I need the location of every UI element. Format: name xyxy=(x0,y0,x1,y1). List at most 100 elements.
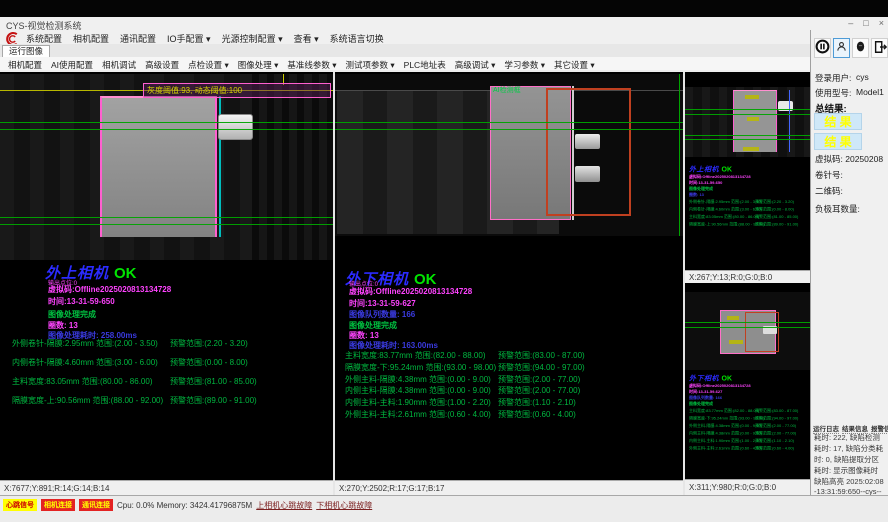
user-icon xyxy=(835,40,848,56)
threshold-text: 灰度阈值:93, 动态阈值:100 xyxy=(147,86,242,95)
comm-link-badge: 通讯连接 xyxy=(79,499,113,511)
exit-button[interactable] xyxy=(871,38,888,58)
warn-range: 预警范围:(2.00 - 77.00) xyxy=(498,374,580,385)
measure-value: 主料宽度:83.77mm 范围:(82.00 - 88.00) xyxy=(345,351,486,360)
measure-row: 内侧主料-隔膜:4.38mm 范围:(0.00 - 9.00)预警范围:(2.0… xyxy=(689,430,810,438)
threshold-overlay: 灰度阈值:93, 动态阈值:100 xyxy=(143,83,331,98)
window-controls: – □ × xyxy=(848,18,884,28)
warn-range: 预警范围:(2.00 - 77.00) xyxy=(755,424,796,429)
measure-row: 外侧卷针-隔膜:2.95mm 范围:(2.00 - 3.50)预警范围:(2.2… xyxy=(689,198,810,206)
green-measure-line xyxy=(685,139,810,140)
gripper-clip xyxy=(218,114,253,140)
measure-row: 内侧主料-隔膜:4.38mm 范围:(0.00 - 9.00) 预警范围:(2.… xyxy=(345,385,683,396)
result-box-upper: 结 果 xyxy=(814,113,862,130)
minimize-button[interactable]: – xyxy=(848,18,853,28)
green-edge-line xyxy=(679,74,680,236)
image-dark-band xyxy=(252,74,333,260)
virtual-code-text: 虚拟码:Offline2025020813134728 xyxy=(349,286,472,297)
pause-button[interactable] xyxy=(814,38,831,58)
green-measure-line xyxy=(685,114,810,115)
process-done-text: 图像处理完成 xyxy=(48,309,96,320)
result-ok-badge: OK xyxy=(114,265,137,282)
mini-image-lower[interactable] xyxy=(685,292,810,370)
time-text: 时间:13-31-59-650 xyxy=(48,296,115,307)
negative-tab-count-label: 负极耳数量: xyxy=(815,204,860,214)
measure-value: 外侧主料-主料:2.61mm 范围:(0.60 - 4.00) xyxy=(689,445,755,453)
measure-value: 外侧主料-主料:2.61mm 范围:(0.60 - 4.00) xyxy=(345,410,491,419)
result-box-lower: 结 果 xyxy=(814,133,862,150)
result-ok-badge: OK xyxy=(722,374,733,382)
measure-value: 内侧主料-主料:1.90mm 范围:(1.00 - 2.20) xyxy=(345,398,491,407)
metal-clip xyxy=(575,134,600,149)
green-measure-line xyxy=(335,129,683,130)
warn-range: 预警范围:(81.00 - 85.00) xyxy=(755,215,798,220)
electrode-region xyxy=(100,96,217,237)
warn-range: 预警范围:(1.10 - 2.10) xyxy=(498,397,576,408)
tab-run-image[interactable]: 运行图像 xyxy=(2,45,50,57)
measure-row: 外侧主料-隔膜:4.38mm 范围:(0.00 - 9.00) 预警范围:(2.… xyxy=(345,374,683,385)
green-measure-line xyxy=(0,129,333,130)
warn-range: 预警范围:(0.00 - 8.00) xyxy=(755,207,794,212)
metal-clip xyxy=(575,166,600,182)
yellow-annotation xyxy=(729,340,743,344)
upper-camera-alarm: 上相机心跳故障 xyxy=(256,500,312,511)
warn-range: 预警范围:(94.00 - 97.00) xyxy=(755,416,798,421)
measure-row: 主料宽度:83.77mm 范围:(82.00 - 88.00) 预警范围:(83… xyxy=(345,350,683,361)
pause-icon xyxy=(815,39,830,57)
measure-row: 隔膜宽度-上:90.56mm 范围:(88.00 - 92.00) 预警范围:(… xyxy=(12,395,332,406)
measure-row: 隔膜宽度-下:95.24mm 范围:(93.00 - 98.00) 预警范围:(… xyxy=(345,362,683,373)
measure-row: 隔膜宽度-下:95.24mm 范围:(93.00 - 98.00)预警范围:(9… xyxy=(689,415,810,423)
pixel-coords-bar: X:7677;Y:891;R:14;G:14;B:14 xyxy=(0,480,333,495)
right-panel: 登录用户: cys 使用型号: Model1 总结果: 结 果 结 果 虚拟码:… xyxy=(810,30,888,495)
measure-row: 外侧主料-隔膜:4.38mm 范围:(0.00 - 9.00)预警范围:(2.0… xyxy=(689,422,810,430)
camera-image-upper[interactable]: 灰度阈值:93, 动态阈值:100 xyxy=(0,74,333,260)
warn-range: 预警范围:(2.00 - 77.00) xyxy=(755,431,796,436)
mini-result-text: 外下相机OK 虚拟码:Offline2025020813134728 时间:13… xyxy=(689,373,810,477)
qrcode-label: 二维码: xyxy=(815,186,843,196)
camera-view-upper: 灰度阈值:93, 动态阈值:100 外上相机OK 输出点位:0 虚拟码:Offl… xyxy=(0,72,333,497)
measure-value: 内侧主料-隔膜:4.38mm 范围:(0.00 - 9.00) xyxy=(689,430,755,438)
ai-detect-box xyxy=(546,88,631,216)
camera-image-lower[interactable]: AI检测框 xyxy=(335,74,683,236)
measure-value: 外侧卷针-隔膜:2.95mm 范围:(2.00 - 3.50) xyxy=(689,198,755,206)
measure-value: 主料宽度:83.77mm 范围:(82.00 - 88.00) xyxy=(689,407,755,415)
user-button[interactable] xyxy=(833,38,850,58)
close-button[interactable]: × xyxy=(879,18,884,28)
electrode-region xyxy=(733,90,777,152)
yellow-annotation xyxy=(727,316,739,320)
maximize-button[interactable]: □ xyxy=(863,18,868,28)
measure-value: 内侧主料-隔膜:4.38mm 范围:(0.00 - 9.00) xyxy=(345,386,491,395)
negative-tab-count-field: 负极耳数量: xyxy=(815,203,860,215)
panel-buttons xyxy=(814,38,888,58)
status-bar-content: 心跳信号 相机连接 通讯连接 Cpu: 0.0% Memory: 3424.41… xyxy=(3,499,372,511)
measure-row: 外侧主料-主料:2.61mm 范围:(0.60 - 4.00)预警范围:(0.6… xyxy=(689,445,810,453)
ai-box-label: AI检测框 xyxy=(493,85,521,95)
green-measure-line xyxy=(0,217,333,218)
exit-door-icon xyxy=(873,40,887,57)
mini-image-upper[interactable] xyxy=(685,87,810,157)
yellow-annotation xyxy=(747,117,759,121)
measure-value: 隔膜宽度-下:95.24mm 范围:(93.00 - 98.00) xyxy=(689,415,755,423)
model-label: 使用型号: xyxy=(815,87,851,99)
warn-range: 预警范围:(2.00 - 77.00) xyxy=(498,385,580,396)
warn-range: 预警范围:(94.00 - 97.00) xyxy=(498,362,585,373)
measure-value: 内侧主料-主料:1.90mm 范围:(1.00 - 2.20) xyxy=(689,437,755,445)
measure-row: 外侧主料-主料:2.61mm 范围:(0.60 - 4.00) 预警范围:(0.… xyxy=(345,409,683,420)
camera-link-badge: 相机连接 xyxy=(41,499,75,511)
green-measure-line xyxy=(685,322,810,323)
device-button[interactable] xyxy=(852,38,869,58)
warn-range: 预警范围:(81.00 - 85.00) xyxy=(170,376,257,387)
measure-value: 主料宽度:83.05mm 范围:(80.00 - 86.00) xyxy=(689,213,755,221)
warn-range: 预警范围:(83.00 - 87.00) xyxy=(755,409,798,414)
login-user-value: cys xyxy=(856,72,869,82)
measure-row: 内侧卷针-隔膜:4.60mm 范围:(3.00 - 6.00)预警范围:(0.0… xyxy=(689,206,810,214)
mini-view-upper: 外上相机OK 虚拟码:Offline2025020813134728 时间:13… xyxy=(685,72,810,283)
measure-row: 主料宽度:83.05mm 范围:(80.00 - 86.00)预警范围:(81.… xyxy=(689,213,810,221)
screen-top-strip xyxy=(0,0,888,17)
measure-row: 主料宽度:83.77mm 范围:(82.00 - 88.00)预警范围:(83.… xyxy=(689,407,810,415)
qrcode-field: 二维码: xyxy=(815,185,843,197)
virtual-code-value: 20250208 xyxy=(845,154,883,164)
app-window: CYS-视觉检测系统 – □ × 系统配置 相机配置 通讯配置 IO手配置 ▾ … xyxy=(0,0,888,522)
tab-strip: 运行图像 xyxy=(0,44,810,58)
measure-row: 主料宽度:83.05mm 范围:(80.00 - 86.00) 预警范围:(81… xyxy=(12,376,332,387)
